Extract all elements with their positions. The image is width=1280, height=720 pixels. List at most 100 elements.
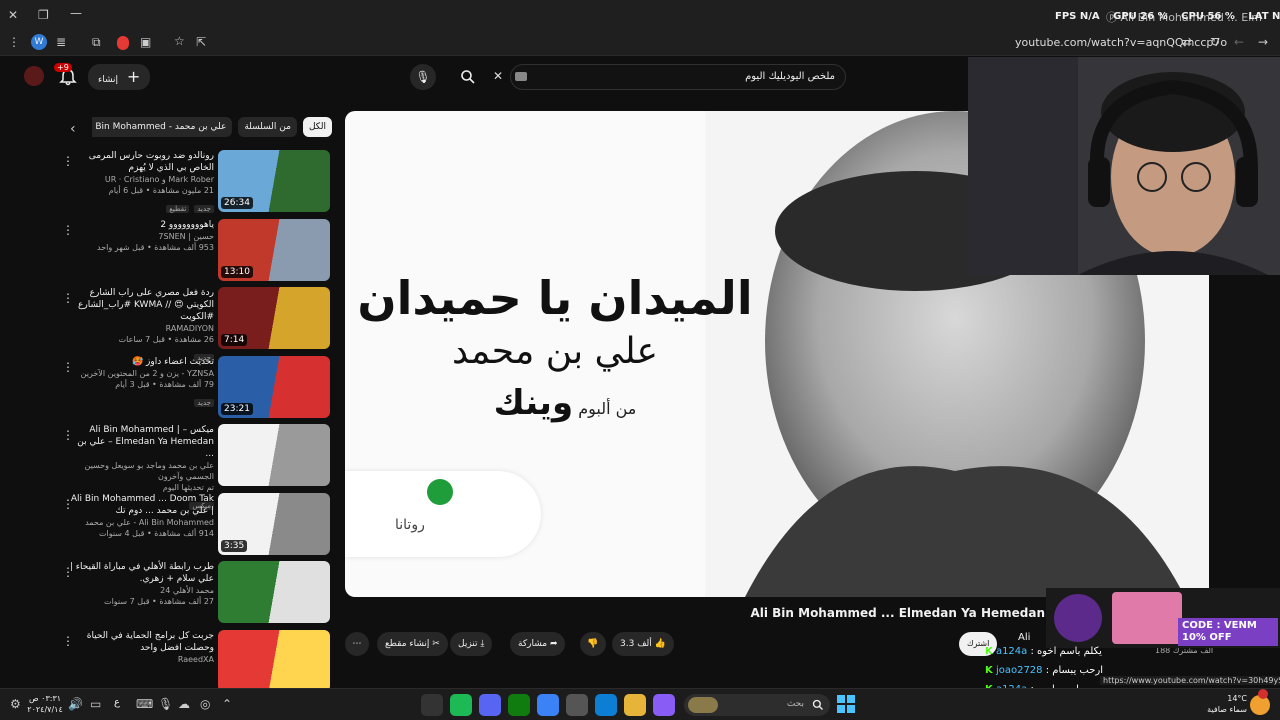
screenshot-icon[interactable]: ▣ [140,35,151,49]
like-button[interactable]: 3.3 ألف 👍 [612,632,674,656]
share-page-icon[interactable]: ⇱ [196,35,206,49]
reader-icon[interactable]: ≣ [56,35,66,49]
item-duration: 7:14 [221,334,248,346]
weather-widget[interactable]: 14°C سماء صافية [1195,693,1247,715]
download-label: تنزيل [458,639,478,649]
spotify-icon[interactable] [450,694,472,716]
taskbar-search-icon [812,699,823,710]
close-window-icon[interactable]: ✕ [8,8,18,22]
minimize-window-icon[interactable]: — [70,6,82,20]
clip-button[interactable]: إنشاء مقطع ✂ [377,632,448,656]
download-button[interactable]: تنزيل ⤓ [450,632,493,656]
url-field[interactable]: youtube.com/watch?v=aqnQQmccp7o [1015,36,1227,49]
item-thumbnail[interactable] [218,561,330,623]
chips-scroll-left-icon[interactable]: ‹ [70,121,76,137]
item-thumbnail[interactable]: 3:35 [218,492,330,555]
performance-overlay: FPS N/A GPU 26 % CPU 56 % LAT N/A [1055,11,1280,22]
windows-icon [837,695,855,713]
search-icon [461,70,475,84]
item-meta: ردة فعل مصري على راب الشارع الكويتي 😍 //… [66,287,214,364]
list-item[interactable]: ⋮ رونالدو ضد روبوت حارس المرمى الخاص بي ا… [58,150,330,216]
keyboard-icon[interactable] [515,72,527,81]
share-button[interactable]: مشاركة ➦ [510,632,566,656]
item-thumbnail[interactable] [218,424,330,486]
clear-search-icon[interactable]: ✕ [493,69,503,83]
list-item[interactable]: ⋮ ياهوووووووو 2 حسين | 7SNEN 953 ألف مشاهدة… [58,218,330,285]
store-icon[interactable] [566,694,588,716]
item-meta: رونالدو ضد روبوت حارس المرمى الخاص بي ال… [66,150,214,215]
list-item[interactable]: ⋮ ردة فعل مصري على راب الشارع الكويتي 😍 /… [58,287,330,362]
chip-from-series[interactable]: من السلسلة [238,117,297,137]
tray-chevron-icon[interactable]: ⌃ [222,697,232,711]
favorite-star-icon[interactable]: ☆ [174,34,185,48]
discord-icon[interactable] [479,694,501,716]
search-input[interactable]: ✕ ملخص اليوديليك اليوم [493,64,846,90]
list-item[interactable]: ⋮ تحديث اعضاء داوز 🥵 YZNSA - يزن و 2 من ال… [58,355,330,422]
item-thumbnail[interactable]: 23:21 [218,355,330,418]
status-url: https://www.youtube.com/watch?v=30h49ySO… [1100,676,1280,685]
restore-window-icon[interactable]: ❐ [38,8,49,22]
item-meta: Ali Bin Mohammed ... Doom Tak | علي بن م… [66,493,214,539]
search-query-text: ملخص اليوديليك اليوم [745,71,835,82]
chip-from-channel[interactable]: من Ali Bin Mohammed - علي بن محمد [92,117,233,137]
back-icon[interactable]: → [1258,35,1268,49]
item-thumbnail[interactable]: 7:14 [218,287,330,349]
list-item[interactable]: ⋮ Ali Bin Mohammed ... Doom Tak | علي بن … [58,492,330,559]
extension-w-icon[interactable]: W [31,34,47,50]
battery-icon[interactable]: ▭ [90,697,101,711]
search-button[interactable] [455,64,481,90]
obs-icon[interactable] [421,694,443,716]
list-item[interactable]: ⋮ ميكس – Ali Bin Mohammed | Elmedan Ya He… [58,424,330,510]
more-actions-button[interactable]: ⋯ [345,632,369,656]
item-thumbnail[interactable] [218,629,330,692]
product-image [1112,592,1182,644]
item-thumbnail[interactable]: 26:34 [218,150,330,212]
chip-all[interactable]: الكل [302,117,332,137]
voice-search-button[interactable]: 🎙 [410,64,436,90]
scissors-icon: ✂ [432,639,440,649]
xbox-icon[interactable] [508,694,530,716]
clock[interactable]: ٠٣:٣١ ص ٢٠٢٤/٧/١٤ [26,693,64,715]
chat-message: K joao2728 : ارحب يبسام [985,665,1104,676]
item-channel: علي بن محمد وماجد بو سويعل وحسين الجسمي … [84,461,214,481]
input-language[interactable]: ع [114,697,120,708]
album-name: وينك [493,383,574,423]
list-item[interactable]: ⋮ طرب رابطة الأهلي في مباراة القيحاء | عل… [58,561,330,627]
item-channel: محمد الأهلي 24 [160,586,214,595]
weather-alert-badge [1258,689,1268,699]
rotana-logo: روتانا [345,471,541,557]
avatar[interactable] [24,66,44,86]
clock-date: ٢٠٢٤/٧/١٤ [27,705,63,714]
start-button[interactable] [836,694,856,714]
weather-temp: 14°C [1227,694,1247,703]
item-stats: 914 ألف مشاهدة • قبل 4 سنوات [98,528,214,538]
list-item[interactable]: ⋮ جربت كل برامج الحماية في الحياة وحصلت ا… [58,629,330,696]
copilot-icon[interactable] [653,694,675,716]
chrome-icon[interactable] [537,694,559,716]
shield-icon[interactable] [117,36,129,50]
reload-icon[interactable]: ↻ [1210,35,1220,49]
download-icon: ⤓ [480,639,485,649]
notifications-bell-icon[interactable]: +9 [54,63,78,87]
extensions-icon[interactable]: ⧉ [92,35,101,50]
edge-icon[interactable] [595,694,617,716]
windows-taskbar: 14°C سماء صافية بحث ⌃ ◎ ☁ 🎙 ⌨ ع ▭ 🔊 ٠٣:٣… [0,688,1280,720]
volume-icon[interactable]: 🔊 [68,697,83,711]
taskbar-search[interactable]: بحث [684,694,830,716]
item-thumbnail[interactable]: 13:10 [218,218,330,281]
explorer-icon[interactable] [624,694,646,716]
microphone-tray-icon[interactable]: 🎙 [158,697,173,711]
cloud-icon[interactable]: ☁ [178,697,190,711]
forward-icon[interactable]: ← [1234,35,1244,49]
channel-name[interactable]: Ali [1018,632,1030,643]
item-title: ميكس – Ali Bin Mohammed | Elmedan Ya Hem… [77,425,214,459]
tab-settings-icon[interactable]: ⇄ [1182,35,1192,49]
clock-time: ٠٣:٣١ ص [28,694,62,703]
tray-icon-1[interactable]: ◎ [200,697,210,711]
keyboard-tray-icon[interactable]: ⌨ [136,697,153,711]
item-meta: تحديث اعضاء داوز 🥵 YZNSA - يزن و 2 من الم… [66,356,214,409]
settings-gear-icon[interactable]: ⚙ [10,697,21,711]
menu-dots-icon[interactable]: ⋮ [8,35,20,49]
create-button[interactable]: إنشاء + [88,64,151,90]
dislike-button[interactable]: 👎 [580,632,606,656]
